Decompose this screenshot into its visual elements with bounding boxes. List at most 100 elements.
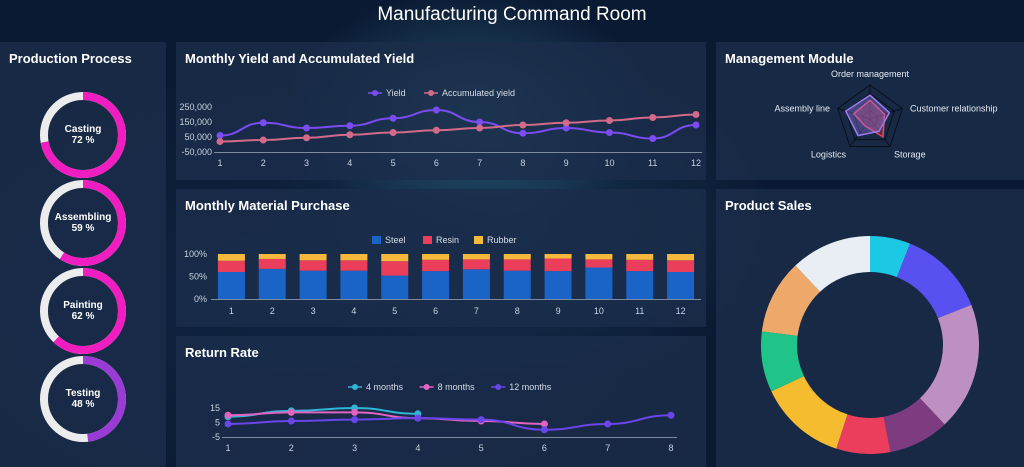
data-point xyxy=(351,416,359,424)
x-tick-label: 3 xyxy=(352,443,357,453)
data-point xyxy=(346,122,354,130)
page-title: Manufacturing Command Room xyxy=(377,4,647,25)
data-point xyxy=(389,114,397,122)
bar-segment-rubber xyxy=(340,254,368,261)
management-panel: Management Module Order management Custom… xyxy=(716,42,1024,180)
data-point xyxy=(389,129,397,136)
radar-indicator-label: Order management xyxy=(831,69,910,79)
bar-segment-steel xyxy=(462,269,490,299)
x-tick-label: 4 xyxy=(415,443,420,453)
ring-percent: 59 % xyxy=(71,223,95,234)
sales-panel: Product Sales xyxy=(716,189,1024,467)
ring-name: Casting xyxy=(64,124,102,135)
x-tick-label: 3 xyxy=(311,306,316,316)
data-point xyxy=(519,129,527,137)
data-point xyxy=(346,131,354,139)
legend-swatch xyxy=(372,236,381,244)
data-point xyxy=(605,117,613,124)
bar-segment-resin xyxy=(258,258,286,269)
management-radar: Order management Customer relationship Sto… xyxy=(774,69,997,160)
data-point xyxy=(287,417,295,425)
bar-segment-steel xyxy=(422,271,450,299)
y-tick-label: 50% xyxy=(189,272,207,282)
x-tick-label: 10 xyxy=(594,306,604,316)
legend-marker xyxy=(423,384,430,390)
return-panel: Return Rate 4 months 8 months 12 months 15 5… xyxy=(176,336,706,467)
y-tick-label: 150,000 xyxy=(179,117,212,127)
yield-panel: Monthly Yield and Accumulated Yield Yiel… xyxy=(176,42,706,180)
y-tick-label: 100% xyxy=(184,249,207,259)
x-tick-label: 10 xyxy=(604,158,614,168)
x-tick-label: 7 xyxy=(474,306,479,316)
ring-label: Casting 72 % xyxy=(33,124,133,146)
x-tick-label: 9 xyxy=(556,306,561,316)
x-tick-label: 6 xyxy=(434,158,439,168)
bar-segment-rubber xyxy=(667,254,695,261)
bar-segment-rubber xyxy=(422,254,450,260)
data-point xyxy=(605,129,613,136)
data-point xyxy=(216,138,224,145)
data-point xyxy=(692,111,700,118)
bar-segment-steel xyxy=(217,272,245,299)
x-tick-label: 1 xyxy=(229,306,234,316)
legend-swatch xyxy=(474,236,483,244)
yield-chart: Yield Accumulated yield 250,000 150,000 50,0… xyxy=(179,88,702,168)
bar-segment-steel xyxy=(258,268,286,299)
bar-segment-rubber xyxy=(503,254,531,260)
data-point xyxy=(287,408,295,416)
data-point xyxy=(667,411,675,419)
bar-segment-steel xyxy=(503,270,531,299)
data-point xyxy=(432,126,440,134)
x-tick-label: 8 xyxy=(520,158,525,168)
bar-segment-steel xyxy=(340,270,368,299)
x-tick-label: 8 xyxy=(668,443,673,453)
bar-segment-steel xyxy=(299,270,327,299)
data-point xyxy=(476,124,484,132)
data-point xyxy=(432,106,440,114)
data-point xyxy=(692,121,700,129)
bar-segment-resin xyxy=(462,259,490,270)
data-point xyxy=(476,118,484,126)
legend-marker xyxy=(495,384,502,390)
bar-segment-rubber xyxy=(217,254,245,261)
legend-label: Resin xyxy=(436,235,459,245)
bar-segment-steel xyxy=(585,267,613,299)
bar-segment-rubber xyxy=(544,254,572,259)
production-process-panel: Production Process Casting 72 % Assembling… xyxy=(0,42,166,467)
x-tick-label: 5 xyxy=(391,158,396,168)
y-tick-label: 5 xyxy=(215,418,220,428)
y-tick-label: -5 xyxy=(212,432,220,442)
ring-label: Painting 62 % xyxy=(33,300,133,322)
legend-label: 4 months xyxy=(366,382,404,392)
x-tick-label: 1 xyxy=(217,158,222,168)
bar-segment-resin xyxy=(299,260,327,271)
y-tick-label: -50,000 xyxy=(181,147,212,157)
purchase-chart: Steel Resin Rubber100%50%0%1 2 3 4 5 6 7 8 9 10 11 12 xyxy=(184,235,701,316)
legend-label: Steel xyxy=(385,235,406,245)
legend-label: Rubber xyxy=(487,235,517,245)
ring-label: Assembling 59 % xyxy=(33,212,133,234)
y-tick-label: 50,000 xyxy=(184,132,212,142)
x-tick-label: 3 xyxy=(304,158,309,168)
data-point xyxy=(649,135,657,142)
x-tick-label: 2 xyxy=(289,443,294,453)
data-point xyxy=(259,136,267,144)
data-point xyxy=(303,134,311,142)
data-point xyxy=(224,411,232,419)
bar-segment-resin xyxy=(667,260,695,272)
bar-segment-resin xyxy=(503,259,531,271)
y-tick-label: 250,000 xyxy=(179,102,212,112)
bar-segment-resin xyxy=(381,261,409,276)
bar-segment-steel xyxy=(626,271,654,299)
x-tick-label: 7 xyxy=(605,443,610,453)
donut-slice xyxy=(919,304,979,425)
donut-slice xyxy=(771,376,848,449)
x-tick-label: 8 xyxy=(515,306,520,316)
legend-marker xyxy=(352,384,358,390)
ring-name: Painting xyxy=(63,300,103,311)
data-point xyxy=(604,420,612,428)
y-tick-label: 0% xyxy=(194,294,207,304)
data-point xyxy=(414,414,422,422)
data-point xyxy=(477,416,485,424)
x-tick-label: 2 xyxy=(270,306,275,316)
